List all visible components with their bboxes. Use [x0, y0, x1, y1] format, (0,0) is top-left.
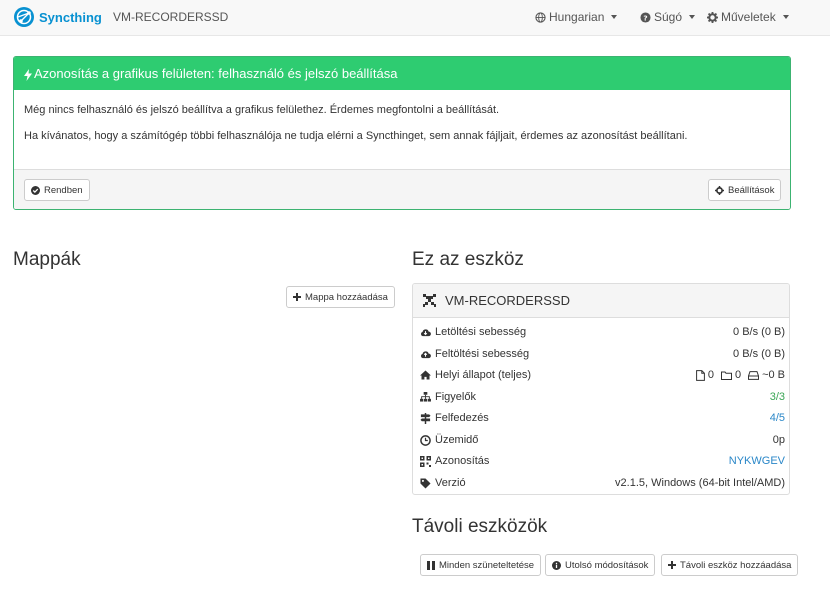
version-value: v2.1.5, Windows (64-bit Intel/AMD): [615, 477, 785, 489]
brand-logo-link[interactable]: Syncthing: [13, 5, 102, 29]
check-circle-icon: [31, 185, 40, 195]
question-circle-icon: ?: [640, 11, 651, 23]
download-rate-value: 0 B/s (0 B): [733, 326, 785, 338]
uptime-value: 0p: [772, 434, 785, 446]
folders-title: Mappák: [13, 249, 81, 270]
download-rate-label: Letöltési sebesség: [435, 326, 527, 338]
pause-all-button[interactable]: Minden szüneteltetése: [420, 554, 542, 576]
remote-devices-title: Távoli eszközök: [412, 516, 548, 537]
download-rate-row: Letöltési sebesség 0 B/s (0 B): [420, 324, 785, 340]
navbar-device-name: VM-RECORDERSSD: [113, 10, 229, 24]
qrcode-icon: [420, 455, 431, 467]
caret-down-icon: [782, 15, 789, 19]
uptime-row: Üzemidő 0p: [420, 432, 785, 448]
notice-footer: Rendben Beállítások: [14, 169, 790, 209]
discovery-value[interactable]: 4/5: [770, 412, 785, 424]
device-id-link[interactable]: NYKWGEV: [729, 455, 785, 467]
local-folders-count: 0: [734, 369, 742, 381]
recent-changes-button-label: Utolsó módosítások: [565, 559, 649, 571]
clock-icon: [420, 434, 431, 446]
bolt-icon: [24, 68, 32, 81]
upload-rate-row: Feltöltési sebesség 0 B/s (0 B): [420, 346, 785, 362]
file-icon: [695, 369, 705, 381]
local-files-count: 0: [707, 369, 714, 381]
brand-name: Syncthing: [39, 9, 102, 25]
actions-menu-label: Műveletek: [721, 10, 776, 24]
settings-button-label: Beállítások: [728, 184, 775, 196]
this-device-header[interactable]: VM-RECORDERSSD: [413, 284, 789, 318]
help-menu-label: Súgó: [654, 10, 683, 24]
version-row: Verzió v2.1.5, Windows (64-bit Intel/AMD…: [420, 475, 785, 491]
language-menu-label: Hungarian: [549, 10, 605, 24]
gear-icon: [715, 185, 724, 195]
ok-button[interactable]: Rendben: [24, 179, 90, 201]
this-device-title: Ez az eszköz: [412, 249, 524, 270]
add-remote-device-button-label: Távoli eszköz hozzáadása: [680, 559, 792, 571]
signpost-icon: [420, 412, 431, 424]
settings-button[interactable]: Beállítások: [708, 179, 782, 201]
listeners-row: Figyelők 3/3: [420, 389, 785, 405]
globe-icon: [535, 11, 546, 23]
listeners-label: Figyelők: [435, 391, 476, 403]
add-folder-button[interactable]: Mappa hozzáadása: [286, 286, 395, 308]
svg-text:?: ?: [643, 13, 647, 22]
plus-icon: [668, 561, 676, 569]
add-remote-device-button[interactable]: Távoli eszköz hozzáadása: [661, 554, 799, 576]
help-menu[interactable]: ? Súgó: [640, 10, 696, 24]
info-circle-icon: [552, 560, 561, 570]
cloud-upload-icon: [420, 350, 431, 359]
notice-title: Azonosítás a grafikus felületen: felhasz…: [34, 66, 398, 81]
auth-notice-panel: Azonosítás a grafikus felületen: felhasz…: [13, 56, 791, 210]
this-device-panel: VM-RECORDERSSD Letöltési sebesség 0 B/s …: [412, 283, 790, 495]
device-identicon-icon: [423, 294, 436, 307]
add-folder-button-label: Mappa hozzáadása: [305, 291, 388, 303]
local-state-value: 0 0 ~0 B: [695, 369, 785, 381]
notice-line-2: Ha kívánatos, hogy a számítógép többi fe…: [24, 130, 688, 142]
language-menu[interactable]: Hungarian: [535, 10, 618, 24]
caret-down-icon: [689, 15, 696, 19]
caret-down-icon: [611, 15, 618, 19]
pause-all-button-label: Minden szüneteltetése: [439, 559, 535, 571]
upload-rate-value: 0 B/s (0 B): [733, 348, 785, 360]
identification-label: Azonosítás: [435, 455, 490, 467]
identification-row: Azonosítás NYKWGEV: [420, 453, 785, 469]
syncthing-logo-icon: [13, 6, 35, 28]
cloud-download-icon: [420, 328, 431, 337]
discovery-label: Felfedezés: [435, 412, 489, 424]
plus-icon: [293, 293, 301, 301]
local-size: ~0 B: [762, 369, 785, 381]
home-icon: [420, 370, 431, 380]
ok-button-label: Rendben: [44, 184, 83, 196]
notice-body: Még nincs felhasználó és jelszó beállítv…: [14, 90, 790, 164]
navbar: Syncthing VM-RECORDERSSD Hungarian ? Súg…: [0, 0, 830, 36]
local-state-row: Helyi állapot (teljes) 0 0 ~0 B: [420, 367, 785, 383]
upload-rate-label: Feltöltési sebesség: [435, 348, 530, 360]
actions-menu[interactable]: Műveletek: [707, 10, 789, 24]
notice-line-1: Még nincs felhasználó és jelszó beállítv…: [24, 104, 500, 116]
local-state-label: Helyi állapot (teljes): [435, 369, 531, 381]
this-device-name: VM-RECORDERSSD: [445, 293, 570, 308]
uptime-label: Üzemidő: [435, 434, 479, 446]
gear-icon: [707, 11, 718, 23]
tag-icon: [420, 477, 431, 489]
discovery-row: Felfedezés 4/5: [420, 410, 785, 426]
pause-icon: [427, 560, 435, 570]
recent-changes-button[interactable]: Utolsó módosítások: [545, 554, 656, 576]
notice-header: Azonosítás a grafikus felületen: felhasz…: [14, 57, 790, 90]
listeners-value[interactable]: 3/3: [770, 391, 785, 403]
version-label: Verzió: [435, 477, 466, 489]
folder-icon: [720, 371, 732, 380]
hdd-icon: [748, 370, 760, 380]
sitemap-icon: [420, 392, 431, 402]
